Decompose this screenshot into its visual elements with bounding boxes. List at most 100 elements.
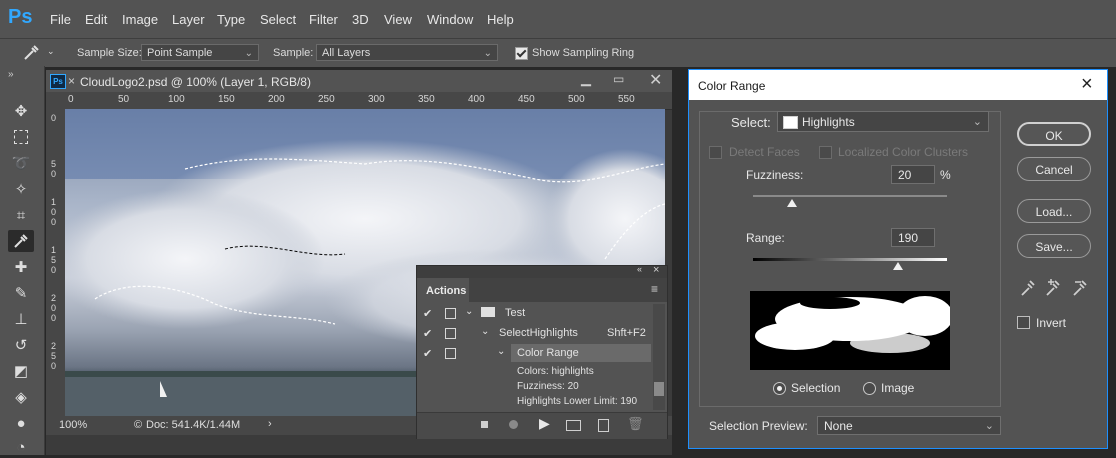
ruler-h-label: 400 bbox=[468, 94, 485, 105]
load-button[interactable]: Load... bbox=[1017, 199, 1091, 223]
chevron-down-icon: ⌄ bbox=[483, 48, 492, 59]
close-tab-icon[interactable]: × bbox=[68, 74, 75, 88]
dialog-toggle-icon[interactable] bbox=[445, 328, 456, 339]
lasso-tool-icon[interactable]: ➰ bbox=[8, 152, 34, 174]
history-brush-tool-icon[interactable]: ↺ bbox=[8, 334, 34, 356]
expand-panel-icon[interactable]: » bbox=[8, 69, 14, 80]
cancel-button[interactable]: Cancel bbox=[1017, 157, 1091, 181]
ruler-v-label: 0 bbox=[51, 207, 57, 217]
play-icon[interactable]: ▶ bbox=[539, 415, 550, 432]
record-icon[interactable] bbox=[509, 420, 518, 429]
trash-icon[interactable]: 🗑 bbox=[627, 416, 644, 432]
detect-faces-checkbox[interactable] bbox=[709, 146, 722, 159]
close-dialog-icon[interactable]: × bbox=[1081, 73, 1093, 96]
check-icon[interactable]: ✔ bbox=[423, 347, 432, 360]
show-sampling-ring-checkbox[interactable] bbox=[515, 47, 528, 60]
actions-scrollbar[interactable] bbox=[653, 304, 665, 410]
menu-edit[interactable]: Edit bbox=[85, 12, 107, 27]
check-icon[interactable]: ✔ bbox=[423, 327, 432, 340]
healing-brush-tool-icon[interactable]: ✚ bbox=[8, 256, 34, 278]
crop-tool-icon[interactable]: ⌗ bbox=[8, 204, 34, 226]
new-action-icon[interactable] bbox=[598, 419, 609, 432]
ruler-v-label: 5 bbox=[51, 351, 57, 361]
selection-radio-label: Selection bbox=[791, 381, 841, 395]
eyedropper-tool-icon[interactable] bbox=[8, 230, 34, 252]
close-panel-icon[interactable]: × bbox=[653, 264, 659, 276]
restore-icon[interactable]: ▭ bbox=[613, 72, 624, 86]
move-tool-icon[interactable]: ✥ bbox=[8, 100, 34, 122]
action-name: SelectHighlights bbox=[499, 327, 578, 339]
menu-window[interactable]: Window bbox=[427, 12, 473, 27]
chevron-down-icon[interactable]: ⌄ bbox=[465, 306, 473, 317]
ruler-v-label: 0 bbox=[51, 361, 57, 371]
panel-menu-icon[interactable]: ≡ bbox=[651, 282, 658, 296]
range-input[interactable]: 190 bbox=[891, 228, 935, 247]
paint-bucket-tool-icon[interactable]: ◈ bbox=[8, 386, 34, 408]
actions-footer: ▶ 🗑 bbox=[417, 412, 667, 439]
chevron-down-icon[interactable]: ⌄ bbox=[497, 346, 505, 357]
menu-3d[interactable]: 3D bbox=[352, 12, 369, 27]
menu-filter[interactable]: Filter bbox=[309, 12, 338, 27]
dialog-title: Color Range bbox=[698, 79, 766, 93]
sample-select[interactable]: All Layers ⌄ bbox=[316, 44, 498, 61]
brush-tool-icon[interactable]: ✎ bbox=[8, 282, 34, 304]
tool-preset-dropdown-icon[interactable]: ⌄ bbox=[47, 46, 55, 57]
fuzziness-slider[interactable] bbox=[753, 195, 947, 197]
doc-info-icon: © bbox=[134, 419, 143, 431]
actions-tab-bar: Actions ≡ bbox=[417, 278, 667, 302]
action-set-row[interactable]: ✔ ⌄ Test bbox=[417, 304, 667, 324]
dialog-toggle-icon[interactable] bbox=[445, 308, 456, 319]
range-slider-thumb[interactable] bbox=[892, 262, 903, 270]
eyedropper-icon[interactable] bbox=[1020, 279, 1036, 297]
ruler-h-label: 100 bbox=[168, 94, 185, 105]
marquee-tool-icon[interactable] bbox=[8, 126, 34, 148]
action-shortcut: Shft+F2 bbox=[607, 327, 646, 339]
zoom-level[interactable]: 100% bbox=[59, 419, 87, 431]
eyedropper-minus-icon[interactable] bbox=[1072, 279, 1090, 297]
sample-size-label: Sample Size: bbox=[77, 47, 142, 59]
invert-checkbox[interactable] bbox=[1017, 316, 1030, 329]
menu-view[interactable]: View bbox=[384, 12, 412, 27]
selection-preview-label: Selection Preview: bbox=[709, 419, 808, 433]
menu-help[interactable]: Help bbox=[487, 12, 514, 27]
eyedropper-tool-icon[interactable] bbox=[22, 44, 40, 62]
selection-preview-select[interactable]: None ⌄ bbox=[817, 416, 1001, 435]
check-icon[interactable]: ✔ bbox=[423, 307, 432, 320]
close-window-icon[interactable]: ✕ bbox=[649, 70, 662, 90]
ok-button[interactable]: OK bbox=[1017, 122, 1091, 146]
document-tab[interactable]: Ps × CloudLogo2.psd @ 100% (Layer 1, RGB… bbox=[46, 70, 672, 92]
clone-stamp-tool-icon[interactable]: ⊥ bbox=[8, 308, 34, 330]
selection-radio[interactable] bbox=[773, 382, 786, 395]
save-button[interactable]: Save... bbox=[1017, 234, 1091, 258]
fuzziness-slider-thumb[interactable] bbox=[786, 199, 797, 207]
menu-select[interactable]: Select bbox=[260, 12, 296, 27]
action-row[interactable]: ✔ ⌄ SelectHighlights Shft+F2 bbox=[417, 324, 667, 344]
range-slider[interactable] bbox=[753, 258, 947, 261]
menu-type[interactable]: Type bbox=[217, 12, 245, 27]
image-radio[interactable] bbox=[863, 382, 876, 395]
menu-layer[interactable]: Layer bbox=[172, 12, 205, 27]
select-dropdown[interactable]: Highlights ⌄ bbox=[777, 111, 989, 132]
eraser-tool-icon[interactable]: ◩ bbox=[8, 360, 34, 382]
doc-info[interactable]: Doc: 541.4K/1.44M bbox=[146, 419, 240, 431]
ruler-h-label: 450 bbox=[518, 94, 535, 105]
dialog-toggle-icon[interactable] bbox=[445, 348, 456, 359]
stop-icon[interactable] bbox=[481, 421, 488, 428]
collapse-panel-icon[interactable]: « bbox=[637, 264, 642, 274]
magic-wand-tool-icon[interactable]: ✧ bbox=[8, 178, 34, 200]
minimize-icon[interactable]: ▁ bbox=[581, 71, 591, 87]
chevron-down-icon[interactable]: ⌄ bbox=[481, 326, 489, 337]
ruler-h-label: 550 bbox=[618, 94, 635, 105]
new-set-icon[interactable] bbox=[566, 420, 581, 431]
sample-size-select[interactable]: Point Sample ⌄ bbox=[141, 44, 259, 61]
scrollbar-thumb[interactable] bbox=[654, 382, 664, 396]
menu-image[interactable]: Image bbox=[122, 12, 158, 27]
chevron-right-icon[interactable]: › bbox=[268, 418, 272, 430]
ruler-v-label: 2 bbox=[51, 341, 57, 351]
action-step-row[interactable]: ✔ ⌄ Color Range bbox=[417, 344, 667, 364]
menu-file[interactable]: File bbox=[50, 12, 71, 27]
blur-tool-icon[interactable]: ● bbox=[8, 412, 34, 434]
localized-clusters-checkbox[interactable] bbox=[819, 146, 832, 159]
eyedropper-plus-icon[interactable] bbox=[1045, 279, 1063, 297]
fuzziness-input[interactable]: 20 bbox=[891, 165, 935, 184]
